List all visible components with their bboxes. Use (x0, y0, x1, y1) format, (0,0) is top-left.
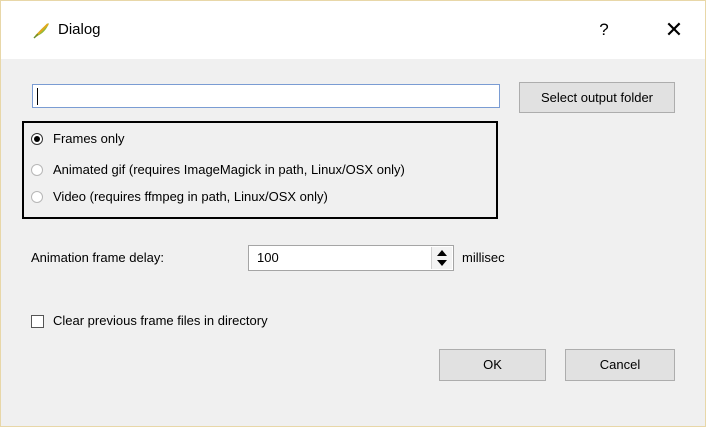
clear-frames-label: Clear previous frame files in directory (53, 313, 268, 328)
frame-delay-spinbox[interactable]: 100 (248, 245, 454, 271)
spin-arrows[interactable] (431, 247, 452, 269)
text-caret (37, 88, 38, 105)
frame-delay-label: Animation frame delay: (31, 250, 164, 265)
radio-label: Animated gif (requires ImageMagick in pa… (53, 162, 405, 177)
clear-frames-checkbox[interactable] (31, 314, 44, 328)
title-bar: Dialog ? ✕ (1, 1, 705, 59)
window-title: Dialog (58, 21, 101, 38)
output-folder-input[interactable] (32, 84, 500, 108)
radio-label: Video (requires ffmpeg in path, Linux/OS… (53, 189, 328, 204)
radio-button[interactable] (31, 164, 43, 176)
frame-delay-unit: millisec (462, 250, 505, 265)
frame-delay-value[interactable]: 100 (257, 250, 279, 266)
spin-up-icon[interactable] (437, 250, 447, 256)
help-button[interactable]: ? (591, 15, 617, 45)
spin-down-icon[interactable] (437, 260, 447, 266)
radio-frames-only[interactable]: Frames only (31, 130, 125, 148)
radio-video[interactable]: Video (requires ffmpeg in path, Linux/OS… (31, 188, 328, 206)
cancel-button[interactable]: Cancel (565, 349, 675, 381)
radio-button-checked[interactable] (31, 133, 43, 145)
radio-label: Frames only (53, 131, 125, 146)
ok-button[interactable]: OK (439, 349, 546, 381)
radio-animated-gif[interactable]: Animated gif (requires ImageMagick in pa… (31, 161, 405, 179)
dialog-window: Dialog ? ✕ Select output folder Frames o… (0, 0, 706, 427)
radio-button[interactable] (31, 191, 43, 203)
qgis-leaf-icon (33, 21, 51, 39)
close-icon[interactable]: ✕ (659, 15, 689, 45)
select-output-folder-button[interactable]: Select output folder (519, 82, 675, 113)
clear-frames-option[interactable]: Clear previous frame files in directory (31, 312, 268, 330)
